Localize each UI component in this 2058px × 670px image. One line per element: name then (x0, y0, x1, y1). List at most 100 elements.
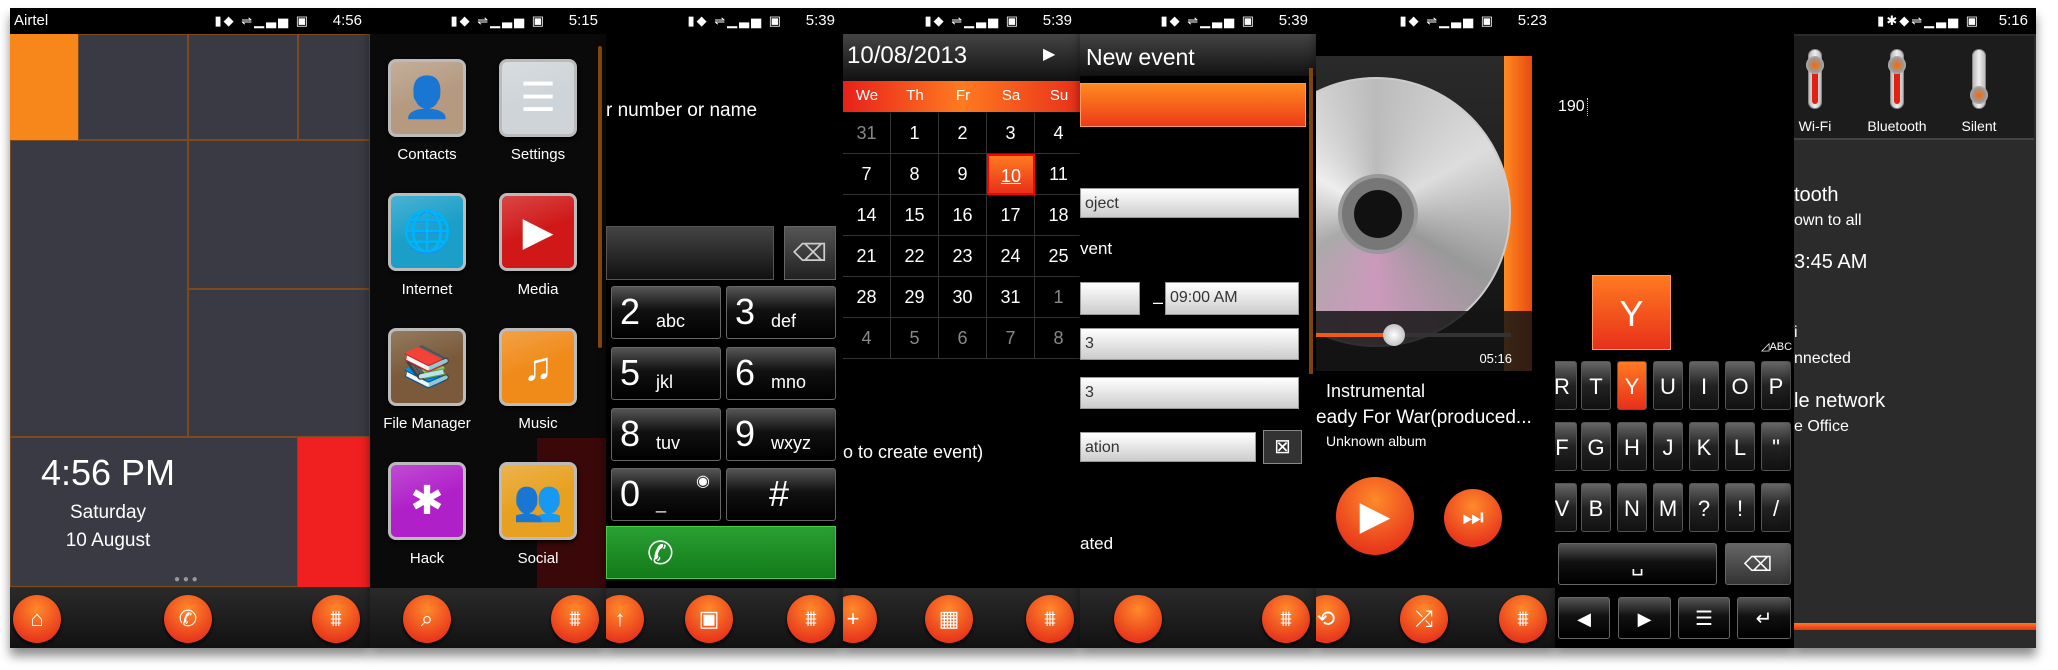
key-F[interactable]: F (1555, 422, 1577, 471)
calendar-day[interactable]: 4 (1035, 113, 1080, 154)
calendar-day[interactable]: 17 (987, 195, 1035, 236)
key-J[interactable]: J (1653, 422, 1683, 471)
tile-red[interactable] (298, 437, 370, 587)
date-field[interactable]: 3 (1080, 377, 1299, 409)
app-label-media[interactable]: Media (483, 281, 593, 298)
calendar-day[interactable]: 29 (891, 277, 939, 318)
key-O[interactable]: O (1725, 361, 1755, 410)
key-N[interactable]: N (1617, 483, 1647, 532)
tile[interactable] (10, 140, 188, 437)
calendar-day[interactable]: 1 (891, 113, 939, 154)
calendar-day[interactable]: 28 (843, 277, 891, 318)
key-U[interactable]: U (1653, 361, 1683, 410)
key-I[interactable]: I (1689, 361, 1719, 410)
tile[interactable] (188, 34, 298, 140)
key-H[interactable]: H (1617, 422, 1647, 471)
repeat-icon[interactable]: ⟲ (1316, 595, 1350, 643)
progress-track[interactable] (1316, 333, 1511, 337)
settings-sliders-icon[interactable]: ⩩ (551, 595, 599, 643)
location-field[interactable]: ation (1080, 432, 1256, 462)
globe-icon[interactable]: 🌐 (388, 193, 466, 271)
settings-icon[interactable]: ☰ (499, 59, 577, 137)
enter-key[interactable]: ↵ (1737, 597, 1791, 639)
app-label-hack[interactable]: Hack (372, 550, 482, 567)
calendar-day[interactable]: 24 (987, 236, 1035, 277)
key-![interactable]: ! (1725, 483, 1755, 532)
next-month-arrow[interactable]: ▶ (1043, 44, 1055, 64)
settings-sliders-icon[interactable]: ⩩ (1026, 595, 1074, 643)
app-label-contacts[interactable]: Contacts (372, 146, 482, 163)
calendar-day[interactable]: 31 (987, 277, 1035, 318)
calendar-day[interactable]: 7 (987, 318, 1035, 359)
event-color-bar[interactable] (1080, 83, 1306, 127)
number-input[interactable] (606, 226, 774, 280)
text-input[interactable]: 190 (1558, 98, 1588, 116)
key-G[interactable]: G (1581, 422, 1611, 471)
start-time-field[interactable] (1080, 282, 1140, 315)
calendar-day[interactable]: 2 (939, 113, 987, 154)
calendar-day[interactable]: 4 (843, 318, 891, 359)
key-Y[interactable]: Y (1617, 361, 1647, 410)
app-label-file-manager[interactable]: File Manager (372, 415, 482, 432)
calendar-day[interactable]: 21 (843, 236, 891, 277)
map-pick-icon[interactable]: ⊠ (1263, 430, 1302, 464)
calendar-day[interactable]: 14 (843, 195, 891, 236)
app-label-social[interactable]: Social (483, 550, 593, 567)
calendar-today-icon[interactable]: ▦ (925, 595, 973, 643)
people-icon[interactable]: 👥 (499, 462, 577, 540)
dial-key-3[interactable]: 3 def (726, 286, 836, 339)
backspace-button[interactable]: ⌫ (784, 226, 836, 280)
dial-key-hash[interactable]: # (726, 468, 836, 521)
calendar-day[interactable]: 25 (1035, 236, 1080, 277)
date-field[interactable]: 3 (1080, 328, 1299, 360)
calendar-day[interactable]: 16 (939, 195, 987, 236)
dial-key-6[interactable]: 6 mno (726, 347, 836, 400)
tile[interactable] (78, 34, 188, 140)
tile-orange[interactable] (10, 34, 78, 140)
settings-sliders-icon[interactable]: ⩩ (787, 595, 835, 643)
calendar-day[interactable]: 5 (891, 318, 939, 359)
subject-field[interactable]: oject (1080, 188, 1299, 218)
progress-knob[interactable] (1383, 324, 1405, 346)
dial-key-8[interactable]: 8 tuv (611, 408, 721, 461)
dial-key-5[interactable]: 5 jkl (611, 347, 721, 400)
input-mode-indicator[interactable]: ◿ABC (1761, 340, 1792, 353)
add-icon[interactable]: + (843, 595, 877, 643)
shuffle-icon[interactable]: ⤮ (1400, 595, 1448, 643)
key-/[interactable]: / (1761, 483, 1791, 532)
key-"[interactable]: " (1761, 422, 1791, 471)
home-icon[interactable]: ⌂ (13, 595, 61, 643)
key-?[interactable]: ? (1689, 483, 1719, 532)
calendar-day[interactable]: 30 (939, 277, 987, 318)
space-key[interactable]: ␣ (1558, 543, 1717, 585)
play-button[interactable]: ▶ (1336, 477, 1414, 555)
key-P[interactable]: P (1761, 361, 1791, 410)
dial-key-9[interactable]: 9 wxyz (726, 408, 836, 461)
calendar-day[interactable]: 15 (891, 195, 939, 236)
calendar-day[interactable]: 3 (987, 113, 1035, 154)
tile[interactable] (298, 34, 370, 140)
calendar-day[interactable]: 11 (1035, 154, 1080, 195)
key-K[interactable]: K (1689, 422, 1719, 471)
calendar-day[interactable]: 10 (987, 154, 1035, 195)
calendar-day[interactable]: 23 (939, 236, 987, 277)
contacts-book-icon[interactable]: ▣ (685, 595, 733, 643)
right-arrow-key[interactable]: ▶ (1618, 597, 1671, 639)
calendar-day[interactable]: 8 (891, 154, 939, 195)
toggle-silent[interactable] (1970, 49, 1988, 109)
bookshelf-icon[interactable]: 📚 (388, 328, 466, 406)
app-label-settings[interactable]: Settings (483, 146, 593, 163)
calendar-day[interactable]: 31 (843, 113, 891, 154)
call-button[interactable]: ✆ (606, 526, 836, 579)
calendar-day[interactable]: 18 (1035, 195, 1080, 236)
calendar-day[interactable]: 22 (891, 236, 939, 277)
app-label-internet[interactable]: Internet (372, 281, 482, 298)
backspace-key[interactable]: ⌫ (1725, 543, 1791, 585)
settings-sliders-icon[interactable]: ⩩ (1499, 595, 1547, 643)
calendar-day[interactable]: 7 (843, 154, 891, 195)
save-icon[interactable] (1114, 595, 1162, 643)
key-V[interactable]: V (1555, 483, 1577, 532)
scrollbar[interactable] (598, 46, 602, 348)
tile[interactable] (188, 289, 370, 437)
play-icon[interactable]: ▶ (499, 193, 577, 271)
